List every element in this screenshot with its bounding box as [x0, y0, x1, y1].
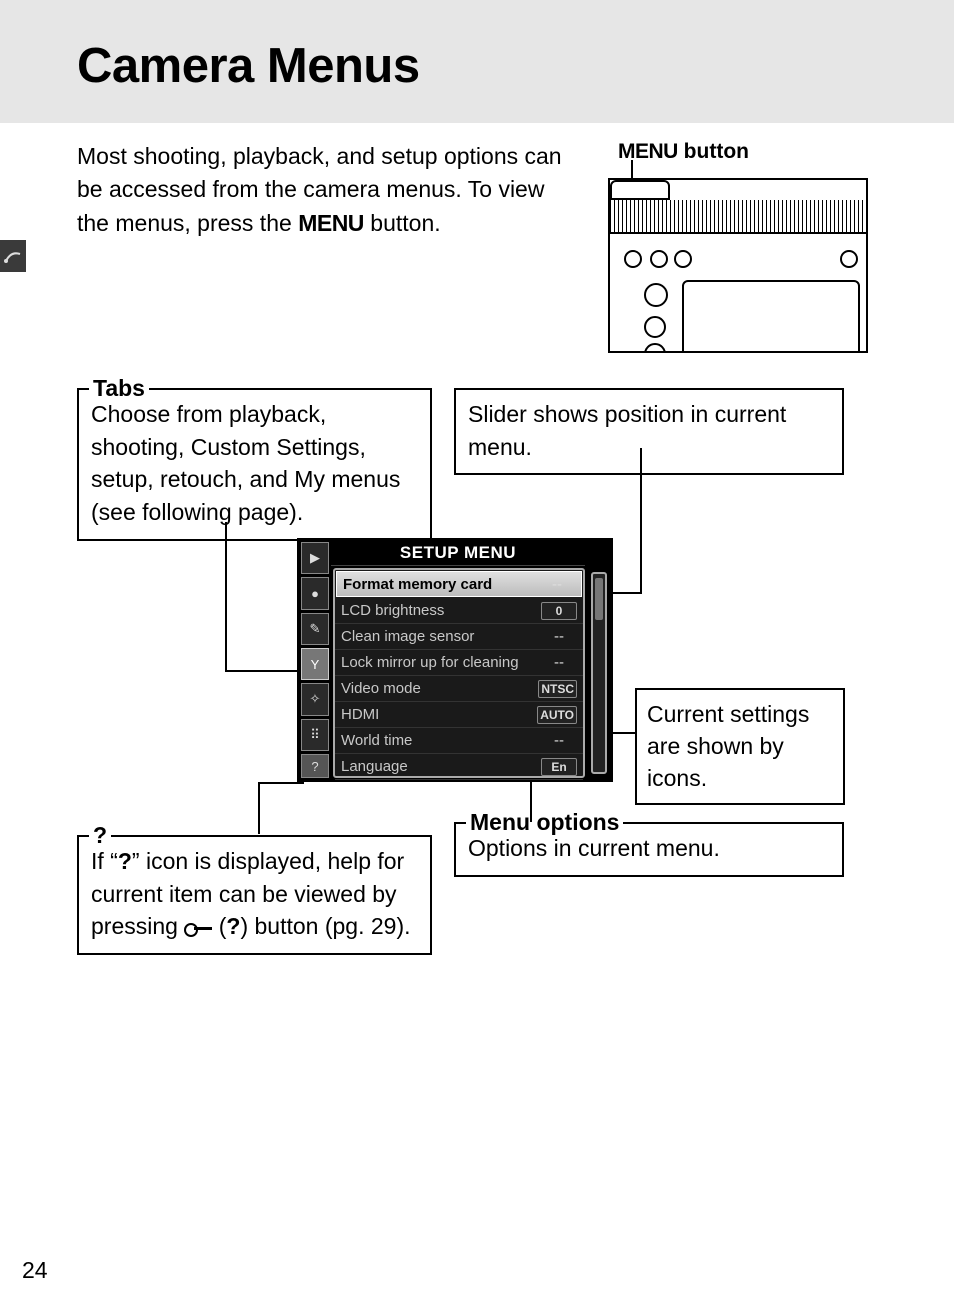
- menu-item-name: HDMI: [341, 706, 537, 723]
- camera-top-texture: [610, 200, 866, 234]
- intro-paragraph: Most shooting, playback, and setup optio…: [77, 140, 577, 240]
- camera-rear-screen: [682, 280, 860, 353]
- callout-tabs-text: Choose from playback, shooting, Custom S…: [91, 401, 400, 525]
- help-tab-icon: ?: [301, 754, 329, 778]
- camera-button: [650, 250, 668, 268]
- menu-tab-icon: ✎: [301, 613, 329, 645]
- menu-item-value: En: [541, 758, 577, 776]
- menu-item-name: LCD brightness: [341, 602, 541, 619]
- menu-list: Format memory card--LCD brightness0Clean…: [333, 568, 585, 778]
- menu-row: HDMIAUTO: [335, 702, 583, 728]
- camera-button: [624, 250, 642, 268]
- menu-scrollbar-track: [591, 572, 607, 774]
- menu-row: Lock mirror up for cleaning--: [335, 650, 583, 676]
- callout-slider: Slider shows position in current menu.: [454, 388, 844, 475]
- menu-row: Format memory card--: [336, 571, 582, 597]
- menu-item-name: Video mode: [341, 680, 538, 697]
- menu-tab-icon: ✧: [301, 683, 329, 715]
- menu-item-name: Format memory card: [343, 576, 539, 593]
- menu-row: LanguageEn: [335, 754, 583, 780]
- menu-row: Video modeNTSC: [335, 676, 583, 702]
- leader-line: [225, 522, 227, 672]
- menu-item-name: Language: [341, 758, 541, 775]
- menu-tab-strip: ▶● ✎Y✧ ⠿?: [301, 542, 329, 778]
- menu-item-value: --: [541, 731, 577, 750]
- menu-scrollbar-thumb: [595, 578, 603, 620]
- camera-illustration: [608, 178, 868, 353]
- camera-prism: [610, 180, 670, 200]
- menu-item-name: Lock mirror up for cleaning: [341, 654, 541, 671]
- menu-item-name: Clean image sensor: [341, 628, 541, 645]
- camera-button: [644, 343, 666, 353]
- key-icon: [184, 921, 212, 935]
- camera-button: [644, 316, 666, 338]
- menu-row: Clean image sensor--: [335, 624, 583, 650]
- leader-line: [258, 782, 260, 834]
- leader-line: [640, 448, 642, 593]
- callout-label-menu-options: Menu options: [466, 806, 623, 839]
- camera-button: [840, 250, 858, 268]
- menu-button-label-suffix: button: [678, 140, 749, 163]
- menu-item-value: --: [539, 575, 575, 594]
- callout-help: ? If “?” icon is displayed, help for cur…: [77, 835, 432, 955]
- help-q-icon: ?: [118, 848, 132, 874]
- help-text-after: ) button (pg. 29).: [240, 913, 410, 939]
- help-text-before: If “: [91, 848, 118, 874]
- page-number: 24: [22, 1257, 48, 1284]
- menu-tab-icon: ⠿: [301, 719, 329, 751]
- menu-row: LCD brightness0: [335, 598, 583, 624]
- help-paren-q-icon: ?: [226, 913, 240, 939]
- menu-tab-icon: ●: [301, 577, 329, 609]
- menu-item-value: NTSC: [538, 680, 577, 698]
- callout-slider-text: Slider shows position in current menu.: [468, 401, 786, 460]
- menu-button-callout-label: MENU button: [618, 140, 749, 164]
- leader-line: [631, 160, 633, 178]
- camera-menu-button: [644, 283, 668, 307]
- camera-setup-menu-screen: ▶●✎Y✧⠿? SETUP MENU Format memory card--L…: [297, 538, 613, 782]
- menu-item-value: --: [541, 653, 577, 672]
- callout-tabs: Tabs Choose from playback, shooting, Cus…: [77, 388, 432, 541]
- menu-item-value: AUTO: [537, 706, 577, 724]
- leader-line: [225, 670, 305, 672]
- menu-row: World time--: [335, 728, 583, 754]
- page-side-tab-icon: [0, 240, 26, 272]
- menu-item-value: --: [541, 627, 577, 646]
- menu-keyword-small: MENU: [618, 140, 678, 163]
- callout-menu-options: Menu options Options in current menu.: [454, 822, 844, 877]
- callout-settings-text: Current settings are shown by icons.: [647, 701, 809, 791]
- menu-keyword: MENU: [298, 210, 364, 236]
- leader-line: [530, 782, 532, 822]
- menu-tab-icon: ▶: [301, 542, 329, 574]
- menu-item-name: World time: [341, 732, 541, 749]
- intro-text-after: button.: [364, 210, 441, 236]
- camera-button: [674, 250, 692, 268]
- callout-settings: Current settings are shown by icons.: [635, 688, 845, 805]
- menu-tab-icon: Y: [301, 648, 329, 680]
- setup-menu-title: SETUP MENU: [331, 538, 585, 566]
- leader-line: [258, 782, 304, 784]
- callout-label-help: ?: [89, 819, 111, 852]
- callout-label-tabs: Tabs: [89, 372, 149, 405]
- callout-menu-options-text: Options in current menu.: [468, 835, 720, 861]
- menu-item-value: 0: [541, 602, 577, 620]
- page-title: Camera Menus: [77, 38, 420, 94]
